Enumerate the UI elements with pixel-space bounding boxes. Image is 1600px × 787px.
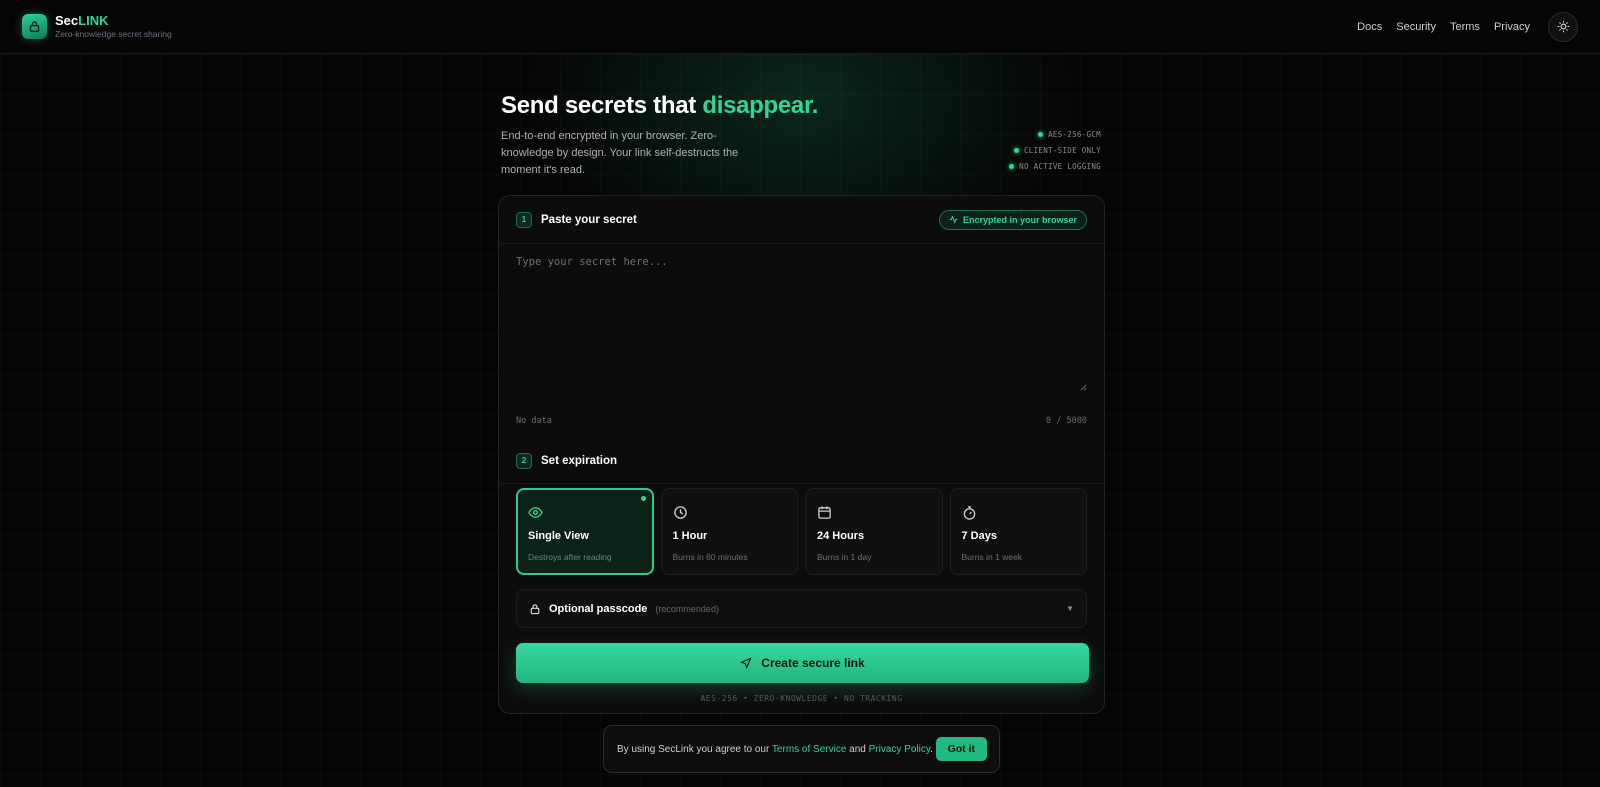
hero: Send secrets that disappear. End-to-end … (501, 92, 1101, 179)
data-status: No data (516, 416, 552, 426)
option-title: Single View (528, 530, 589, 542)
lock-icon (530, 603, 540, 614)
clock-icon (673, 505, 687, 519)
send-icon (740, 657, 752, 669)
step-number: 1 (516, 211, 532, 228)
got-it-button[interactable]: Got it (935, 737, 987, 761)
theme-toggle-button[interactable] (1548, 11, 1578, 42)
brand-tagline: Zero-knowledge secret sharing (55, 28, 172, 39)
option-title: 24 Hours (817, 530, 865, 542)
nav-security[interactable]: Security (1396, 21, 1436, 33)
option-title: 1 Hour (672, 530, 708, 542)
option-24-hours[interactable]: 24 Hours Burns in 1 day (805, 488, 943, 575)
option-7-days[interactable]: 7 Days Burns in 1 week (949, 488, 1087, 575)
step1-title: Paste your secret (541, 213, 637, 226)
brand-name: SecLINK (55, 12, 109, 28)
option-subtitle: Destroys after reading (528, 552, 612, 562)
option-subtitle: Burns in 1 day (817, 552, 872, 562)
pulse-icon (949, 215, 958, 224)
privacy-link[interactable]: Privacy Policy (869, 744, 931, 755)
encrypted-pill: Encrypted in your browser (938, 209, 1087, 230)
consent-banner: By using SecLink you agree to our Terms … (603, 725, 1000, 773)
chevron-down-icon: ▼ (1066, 604, 1074, 613)
passcode-label: Optional passcode (549, 602, 648, 615)
badge-aes: AES-256-GCM (1038, 130, 1101, 139)
expiration-options: Single View Destroys after reading 1 Hou… (499, 484, 1104, 575)
calendar-icon (818, 505, 831, 519)
secret-meta: No data 0 / 5000 (499, 406, 1104, 426)
selected-indicator (640, 496, 646, 501)
security-footnote: AES-256 • ZERO-KNOWLEDGE • NO TRACKING (700, 694, 903, 703)
nav-privacy[interactable]: Privacy (1494, 21, 1530, 33)
nav-docs[interactable]: Docs (1357, 21, 1382, 33)
consent-text: By using SecLink you agree to our Terms … (617, 743, 933, 755)
sun-icon (1557, 20, 1569, 33)
secret-input[interactable] (516, 256, 1089, 406)
step2-header: 2 Set expiration (499, 438, 1104, 484)
create-link-button[interactable]: Create secure link (516, 643, 1089, 683)
secret-form-card: 1 Paste your secret Encrypted in your br… (498, 195, 1105, 714)
eye-icon (528, 506, 543, 518)
char-counter: 0 / 5000 (1046, 416, 1087, 426)
option-single-view[interactable]: Single View Destroys after reading (516, 488, 654, 575)
hero-title: Send secrets that disappear. (501, 92, 819, 119)
option-1-hour[interactable]: 1 Hour Burns in 60 minutes (660, 488, 798, 575)
badge-no-logging: NO ACTIVE LOGGING (1009, 162, 1101, 171)
step-number: 2 (516, 452, 532, 469)
option-title: 7 Days (961, 530, 997, 542)
option-subtitle: Burns in 1 week (961, 552, 1022, 562)
timer-icon (963, 505, 975, 520)
security-badges: AES-256-GCM CLIENT-SIDE ONLY NO ACTIVE L… (1009, 130, 1101, 171)
top-header: SecLINK Zero-knowledge secret sharing Do… (0, 0, 1600, 54)
lock-logo-icon (22, 14, 47, 39)
badge-client-side: CLIENT-SIDE ONLY (1013, 146, 1101, 155)
step2-title: Set expiration (541, 454, 618, 467)
option-subtitle: Burns in 60 minutes (672, 552, 748, 562)
passcode-hint: (recommended) (655, 603, 719, 614)
passcode-toggle[interactable]: Optional passcode (recommended) ▼ (516, 589, 1087, 628)
brand[interactable]: SecLINK Zero-knowledge secret sharing (22, 12, 172, 40)
resize-grip-icon[interactable] (1079, 383, 1087, 391)
nav-terms[interactable]: Terms (1450, 21, 1480, 33)
step1-header: 1 Paste your secret Encrypted in your br… (499, 196, 1104, 244)
hero-description: End-to-end encrypted in your browser. Ze… (501, 130, 739, 176)
terms-link[interactable]: Terms of Service (772, 744, 846, 755)
main-nav: Docs Security Terms Privacy (1357, 11, 1578, 42)
